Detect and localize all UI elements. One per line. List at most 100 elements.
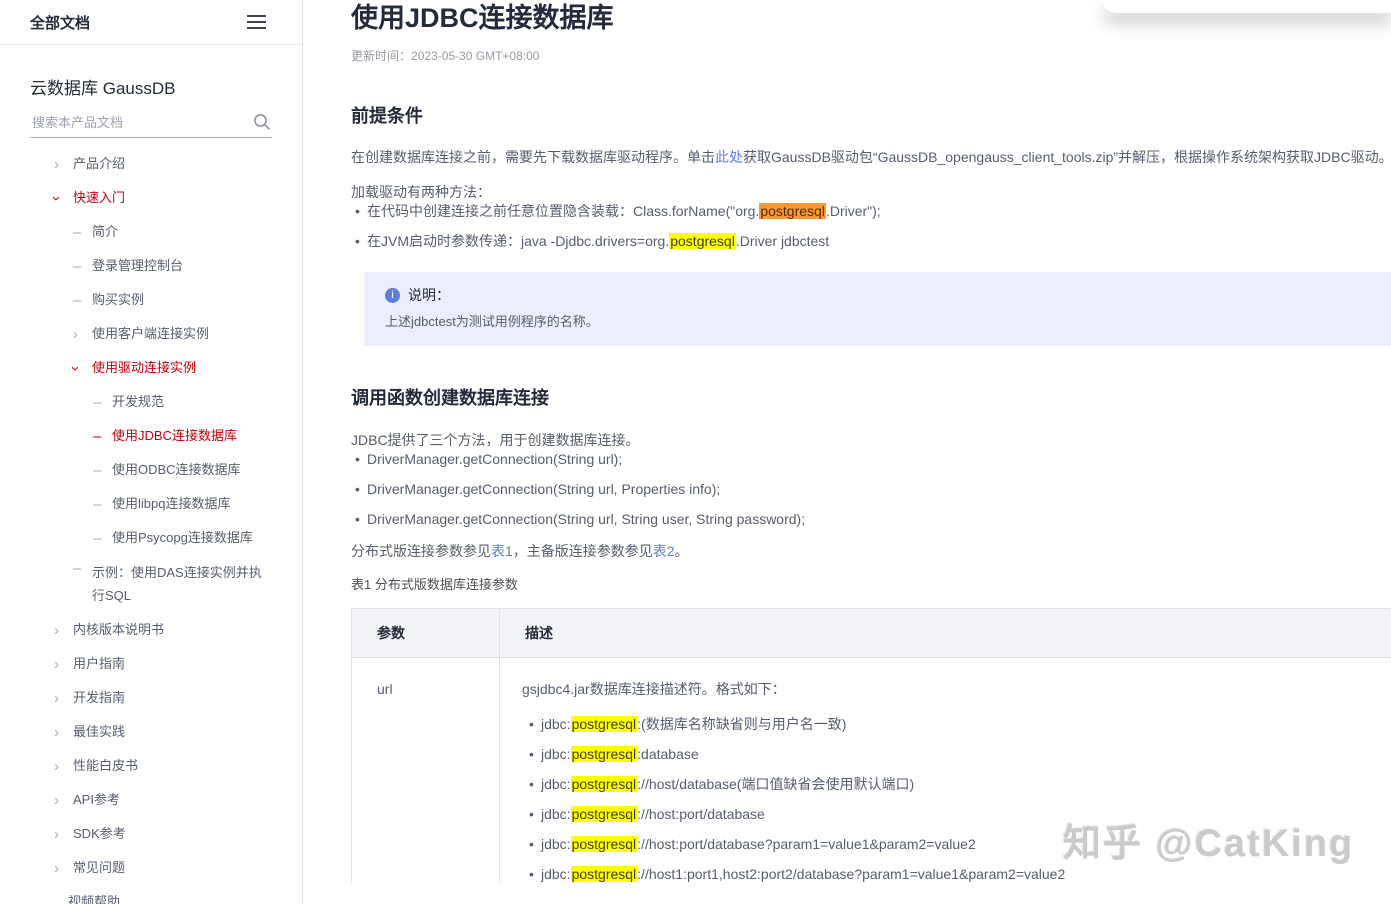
list-item: •jdbc:postgresql://host1:port1,host2:por… xyxy=(529,865,1391,883)
sidebar-item-current[interactable]: –使用JDBC连接数据库 xyxy=(0,419,302,453)
dash-icon: – xyxy=(93,429,112,444)
sidebar-item[interactable]: 视频帮助 xyxy=(0,885,302,904)
prereq-paragraph: 在创建数据库连接之前，需要先下载数据库驱动程序。单击此处获取GaussDB驱动包… xyxy=(351,148,1391,167)
create-connection-intro: JDBC提供了三个方法，用于创建数据库连接。 xyxy=(351,431,1391,450)
sidebar-item[interactable]: –示例：使用DAS连接实例并执行SQL xyxy=(0,555,302,613)
chevron-right-icon: › xyxy=(54,827,73,842)
sidebar-item[interactable]: –使用libpq连接数据库 xyxy=(0,487,302,521)
note-body: 上述jdbctest为测试用例程序的名称。 xyxy=(385,312,1371,331)
sidebar-tree: ›产品介绍 ›快速入门 –简介 –登录管理控制台 –购买实例 ›使用客户端连接实… xyxy=(0,147,302,904)
dash-icon: – xyxy=(93,497,112,512)
list-item: •jdbc:postgresql://host/database(端口值缺省会使… xyxy=(529,775,1391,794)
dash-icon: – xyxy=(73,561,92,576)
bullet-icon: • xyxy=(529,745,541,764)
search-input[interactable] xyxy=(30,114,252,131)
main-content: 使用JDBC连接数据库 更新时间：2023-05-30 GMT+08:00 前提… xyxy=(303,0,1391,904)
dash-icon: – xyxy=(73,225,92,240)
sidebar-item[interactable]: ›SDK参考 xyxy=(0,817,302,851)
dash-icon: – xyxy=(93,463,112,478)
table-refs-paragraph: 分布式版连接参数参见表1，主备版连接参数参见表2。 xyxy=(351,542,1391,561)
bullet-icon: • xyxy=(355,510,367,529)
bullet-icon: • xyxy=(355,202,367,221)
watermark: 知乎 @CatKing xyxy=(1063,812,1354,867)
sidebar-item[interactable]: –使用ODBC连接数据库 xyxy=(0,453,302,487)
chevron-down-icon: › xyxy=(54,191,73,206)
bullet-icon: • xyxy=(529,865,541,883)
sidebar-item[interactable]: ›开发指南 xyxy=(0,681,302,715)
chevron-right-icon: › xyxy=(54,725,73,740)
sidebar-item[interactable]: –开发规范 xyxy=(0,385,302,419)
product-title: 云数据库 GaussDB xyxy=(30,74,272,99)
note-header: i 说明： xyxy=(385,285,1371,305)
column-header-param: 参数 xyxy=(352,609,500,657)
dash-icon: – xyxy=(93,395,112,410)
sidebar-item[interactable]: –登录管理控制台 xyxy=(0,249,302,283)
chevron-right-icon: › xyxy=(54,657,73,672)
dash-icon: – xyxy=(93,531,112,546)
sidebar-item[interactable]: ›最佳实践 xyxy=(0,715,302,749)
sidebar-item[interactable]: ›快速入门 xyxy=(0,181,302,215)
table2-link[interactable]: 表2 xyxy=(653,543,675,559)
dash-icon: – xyxy=(73,259,92,274)
chevron-right-icon: › xyxy=(54,861,73,876)
heading-prerequisites: 前提条件 xyxy=(351,106,1391,127)
sidebar-item[interactable]: ›用户指南 xyxy=(0,647,302,681)
heading-create-connection: 调用函数创建数据库连接 xyxy=(351,388,1391,409)
sidebar-item[interactable]: ›使用驱动连接实例 xyxy=(0,351,302,385)
note-title: 说明： xyxy=(408,285,450,305)
list-item: •jdbc:postgresql:(数据库名称缺省则与用户名一致) xyxy=(529,715,1391,734)
table1-link[interactable]: 表1 xyxy=(491,543,513,559)
driver-methods-list: •在代码中创建连接之前任意位置隐含装载：Class.forName("org.p… xyxy=(351,202,1391,251)
here-link[interactable]: 此处 xyxy=(715,149,743,165)
search-hit: postgresql xyxy=(571,776,638,792)
sidebar-item[interactable]: ›常见问题 xyxy=(0,851,302,885)
sidebar-header: 全部文档 xyxy=(0,0,302,45)
sidebar-item[interactable]: ›API参考 xyxy=(0,783,302,817)
sidebar-item[interactable]: –购买实例 xyxy=(0,283,302,317)
sidebar-item[interactable]: ›性能白皮书 xyxy=(0,749,302,783)
list-item: •DriverManager.getConnection(String url)… xyxy=(355,450,1391,469)
load-driver-paragraph: 加载驱动有两种方法： xyxy=(351,183,1391,202)
cell-param: url xyxy=(352,658,500,883)
updated-label: 更新时间： xyxy=(351,49,411,63)
table-header-row: 参数 描述 xyxy=(352,609,1391,658)
sidebar-item[interactable]: –使用Psycopg连接数据库 xyxy=(0,521,302,555)
chevron-right-icon: › xyxy=(54,691,73,706)
sidebar-item[interactable]: ›内核版本说明书 xyxy=(0,613,302,647)
floating-card-edge xyxy=(1103,0,1391,13)
desc-intro: gsjdbc4.jar数据库连接描述符。格式如下： xyxy=(522,680,1391,699)
updated-value: 2023-05-30 GMT+08:00 xyxy=(411,49,539,63)
search-hit: postgresql xyxy=(571,836,638,852)
chevron-right-icon: › xyxy=(54,157,73,172)
sidebar-item[interactable]: –简介 xyxy=(0,215,302,249)
hamburger-menu-icon[interactable] xyxy=(247,11,266,33)
search-hit-current: postgresql xyxy=(759,203,826,219)
sidebar-item[interactable]: ›使用客户端连接实例 xyxy=(0,317,302,351)
column-header-desc: 描述 xyxy=(500,609,1391,657)
list-item: •在代码中创建连接之前任意位置隐含装载：Class.forName("org.p… xyxy=(355,202,1391,221)
table-caption: 表1 分布式版数据库连接参数 xyxy=(351,576,1391,594)
list-item: •DriverManager.getConnection(String url,… xyxy=(355,510,1391,529)
chevron-right-icon: › xyxy=(54,759,73,774)
bullet-icon: • xyxy=(355,232,367,251)
sidebar-item[interactable]: ›产品介绍 xyxy=(0,147,302,181)
update-time: 更新时间：2023-05-30 GMT+08:00 xyxy=(351,49,1391,63)
search-hit: postgresql xyxy=(571,806,638,822)
all-docs-link[interactable]: 全部文档 xyxy=(30,12,90,33)
list-item: •在JVM启动时参数传递：java -Djdbc.drivers=org.pos… xyxy=(355,232,1391,251)
bullet-icon: • xyxy=(529,715,541,734)
connection-methods-list: •DriverManager.getConnection(String url)… xyxy=(351,450,1391,529)
search-hit: postgresql xyxy=(669,233,736,249)
dash-icon: – xyxy=(73,293,92,308)
search-hit: postgresql xyxy=(571,716,638,732)
search-hit: postgresql xyxy=(571,746,638,762)
search-hit: postgresql xyxy=(571,866,638,882)
chevron-down-icon: › xyxy=(73,361,92,376)
bullet-icon: • xyxy=(355,450,367,469)
list-item: •jdbc:postgresql:database xyxy=(529,745,1391,764)
sidebar: 全部文档 云数据库 GaussDB ›产品介绍 ›快速入门 –简介 –登录管理控… xyxy=(0,0,303,904)
list-item: •DriverManager.getConnection(String url,… xyxy=(355,480,1391,499)
search-box xyxy=(30,112,272,138)
search-icon[interactable] xyxy=(252,112,272,132)
bullet-icon: • xyxy=(529,835,541,854)
